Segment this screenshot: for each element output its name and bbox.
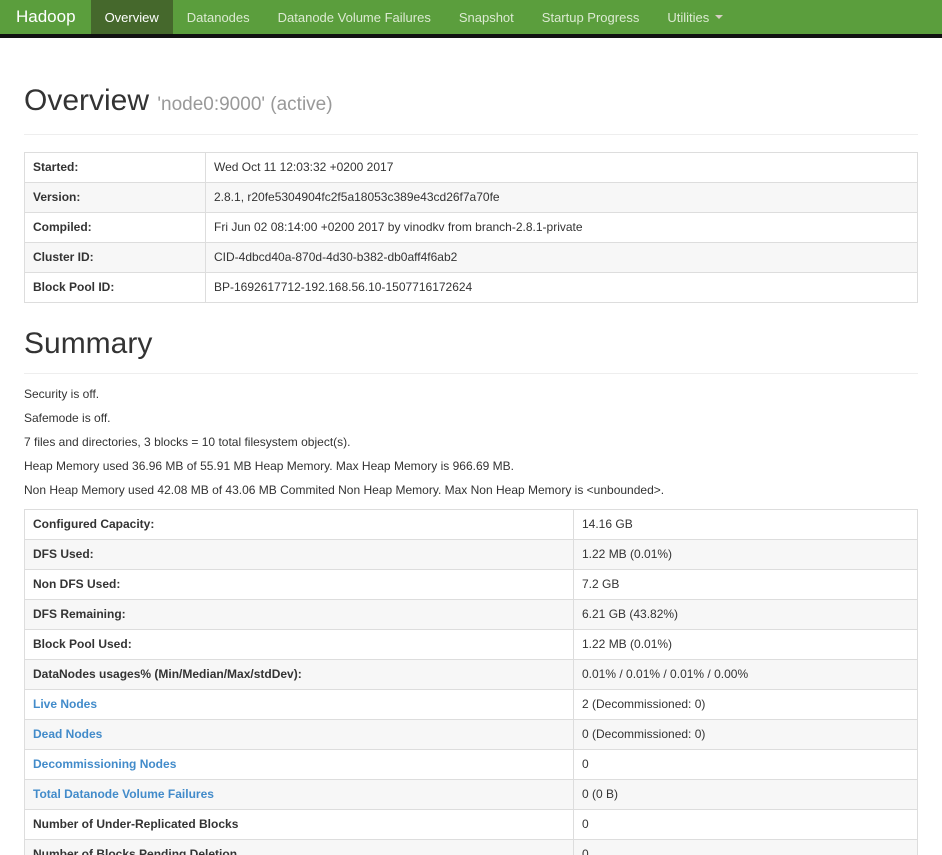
nav-tab-label: Datanodes — [186, 9, 250, 25]
row-label-text[interactable]: Total Datanode Volume Failures — [33, 787, 214, 801]
row-label: Live Nodes — [24, 689, 574, 720]
table-row: Non DFS Used: 7.2 GB — [24, 569, 918, 600]
table-row: Dead Nodes 0 (Decommissioned: 0) — [24, 719, 918, 750]
row-label-text: Cluster ID: — [33, 250, 94, 264]
row-label: DFS Remaining: — [24, 599, 574, 630]
row-label-text: Number of Blocks Pending Deletion — [33, 847, 238, 855]
table-row: Configured Capacity: 14.16 GB — [24, 509, 918, 540]
row-value: 1.22 MB (0.01%) — [573, 539, 918, 570]
row-label-text: Non DFS Used: — [33, 577, 121, 591]
brand-link[interactable]: Hadoop — [0, 0, 91, 34]
row-label: DataNodes usages% (Min/Median/Max/stdDev… — [24, 659, 574, 690]
row-value: 0 — [573, 809, 918, 840]
row-label-text: DFS Used: — [33, 547, 94, 561]
row-value: CID-4dbcd40a-870d-4d30-b382-db0aff4f6ab2 — [205, 242, 918, 273]
row-label: Number of Under-Replicated Blocks — [24, 809, 574, 840]
nav-tab[interactable]: Startup Progress — [528, 0, 654, 34]
table-row: Decommissioning Nodes 0 — [24, 749, 918, 780]
row-label: Total Datanode Volume Failures — [24, 779, 574, 810]
overview-info-table: Started: Wed Oct 11 12:03:32 +0200 2017 … — [24, 152, 918, 303]
row-value: 6.21 GB (43.82%) — [573, 599, 918, 630]
table-row: Compiled: Fri Jun 02 08:14:00 +0200 2017… — [24, 212, 918, 243]
row-value: 14.16 GB — [573, 509, 918, 540]
row-label-text: Version: — [33, 190, 81, 204]
nav-tab[interactable]: Utilities — [653, 0, 737, 34]
row-value: 7.2 GB — [573, 569, 918, 600]
nav-tab[interactable]: Snapshot — [445, 0, 528, 34]
summary-paragraph: Security is off. — [24, 387, 100, 401]
row-value: 1.22 MB (0.01%) — [573, 629, 918, 660]
row-label-text: Configured Capacity: — [33, 517, 155, 531]
row-label: Version: — [24, 182, 206, 213]
row-value: 0 — [573, 749, 918, 780]
page-title-text: Overview — [24, 84, 150, 117]
row-value: 0.01% / 0.01% / 0.01% / 0.00% — [573, 659, 918, 690]
row-value: 2 (Decommissioned: 0) — [573, 689, 918, 720]
nav-tab-label: Datanode Volume Failures — [277, 9, 431, 25]
nav-tab-label: Overview — [104, 9, 159, 25]
row-value: 0 (0 B) — [573, 779, 918, 810]
row-label-text[interactable]: Dead Nodes — [33, 727, 102, 741]
page-title: Overview 'node0:9000' (active) — [24, 84, 918, 121]
nav-tab-label: Startup Progress — [541, 9, 640, 25]
row-label: Dead Nodes — [24, 719, 574, 750]
row-label: Block Pool ID: — [24, 272, 206, 303]
summary-heading: Summary — [24, 327, 153, 360]
summary-paragraph: Heap Memory used 36.96 MB of 55.91 MB He… — [24, 459, 514, 473]
table-row: DFS Used: 1.22 MB (0.01%) — [24, 539, 918, 570]
table-row: Live Nodes 2 (Decommissioned: 0) — [24, 689, 918, 720]
row-label-text[interactable]: Live Nodes — [33, 697, 97, 711]
row-label-text: Block Pool ID: — [33, 280, 115, 294]
row-label: Compiled: — [24, 212, 206, 243]
row-label-text: Compiled: — [33, 220, 92, 234]
row-value: Fri Jun 02 08:14:00 +0200 2017 by vinodk… — [205, 212, 918, 243]
page-title-subtitle: 'node0:9000' (active) — [157, 94, 333, 115]
table-row: Total Datanode Volume Failures 0 (0 B) — [24, 779, 918, 810]
table-row: DFS Remaining: 6.21 GB (43.82%) — [24, 599, 918, 630]
row-label-text: DFS Remaining: — [33, 607, 126, 621]
nav-tabs: Overview Datanodes Datanode Volume Failu… — [90, 0, 738, 34]
chevron-down-icon — [715, 15, 724, 19]
row-label: Decommissioning Nodes — [24, 749, 574, 780]
row-value: BP-1692617712-192.168.56.10-150771617262… — [205, 272, 918, 303]
summary-paragraphs: Security is off. Safemode is off. 7 file… — [24, 387, 918, 497]
summary-divider — [24, 373, 918, 374]
row-label-text[interactable]: Decommissioning Nodes — [33, 757, 176, 771]
row-label: Non DFS Used: — [24, 569, 574, 600]
row-label-text: DataNodes usages% (Min/Median/Max/stdDev… — [33, 667, 302, 681]
table-row: DataNodes usages% (Min/Median/Max/stdDev… — [24, 659, 918, 690]
summary-paragraph: 7 files and directories, 3 blocks = 10 t… — [24, 435, 351, 449]
table-row: Number of Blocks Pending Deletion 0 — [24, 839, 918, 855]
nav-tab[interactable]: Datanode Volume Failures — [264, 0, 445, 34]
row-label-text: Block Pool Used: — [33, 637, 132, 651]
table-row: Number of Under-Replicated Blocks 0 — [24, 809, 918, 840]
table-row: Cluster ID: CID-4dbcd40a-870d-4d30-b382-… — [24, 242, 918, 273]
row-value: Wed Oct 11 12:03:32 +0200 2017 — [205, 152, 918, 183]
summary-paragraph: Safemode is off. — [24, 411, 111, 425]
row-label-text: Number of Under-Replicated Blocks — [33, 817, 239, 831]
row-label: Cluster ID: — [24, 242, 206, 273]
table-row: Started: Wed Oct 11 12:03:32 +0200 2017 — [24, 152, 918, 183]
nav-tab-label: Snapshot — [458, 9, 514, 25]
row-label: DFS Used: — [24, 539, 574, 570]
nav-tab[interactable]: Datanodes — [173, 0, 264, 34]
page-content: Overview 'node0:9000' (active) Started: … — [0, 84, 942, 855]
summary-table: Configured Capacity: 14.16 GB DFS Used: … — [24, 509, 918, 855]
row-label: Configured Capacity: — [24, 509, 574, 540]
navbar: Hadoop Overview Datanodes Datanode Volum… — [0, 0, 942, 38]
table-row: Block Pool Used: 1.22 MB (0.01%) — [24, 629, 918, 660]
row-label: Started: — [24, 152, 206, 183]
table-row: Block Pool ID: BP-1692617712-192.168.56.… — [24, 272, 918, 303]
row-value: 2.8.1, r20fe5304904fc2f5a18053c389e43cd2… — [205, 182, 918, 213]
row-value: 0 (Decommissioned: 0) — [573, 719, 918, 750]
row-label: Number of Blocks Pending Deletion — [24, 839, 574, 855]
row-value: 0 — [573, 839, 918, 855]
title-divider — [24, 134, 918, 135]
row-label: Block Pool Used: — [24, 629, 574, 660]
table-row: Version: 2.8.1, r20fe5304904fc2f5a18053c… — [24, 182, 918, 213]
summary-paragraph: Non Heap Memory used 42.08 MB of 43.06 M… — [24, 483, 665, 497]
row-label-text: Started: — [33, 160, 79, 174]
nav-tab[interactable]: Overview — [90, 0, 173, 34]
nav-tab-label: Utilities — [667, 9, 710, 25]
